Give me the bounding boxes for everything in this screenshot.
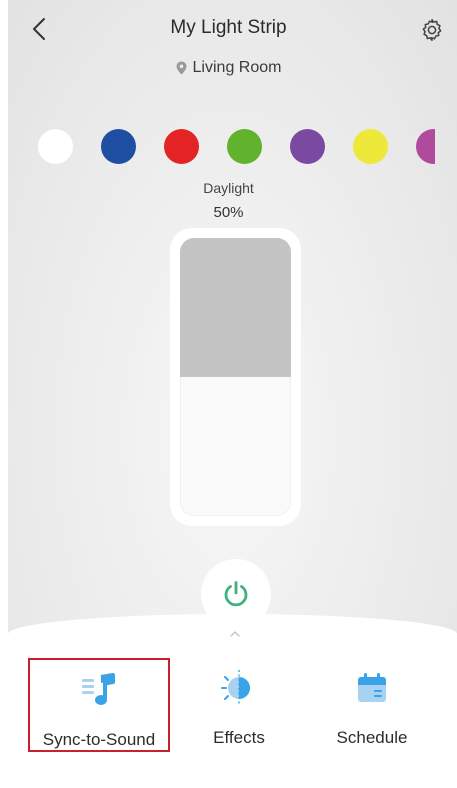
light-strip-screen: My Light Strip Living Room Daylight 50% [0,0,457,788]
light-mode-label: Daylight [203,180,254,196]
sync-to-sound-label: Sync-to-Sound [42,730,156,749]
page-title: My Light Strip [170,17,287,38]
swatch-purple[interactable] [290,129,325,164]
sheet-expand-handle[interactable] [228,626,242,637]
brightness-value: 50% [213,204,244,221]
music-note-icon [82,673,115,705]
chevron-up-icon [230,631,240,637]
swatch-red[interactable] [164,129,199,164]
effects-button[interactable]: Effects [194,658,284,752]
swatch-magenta[interactable] [416,129,435,164]
brightness-track [180,238,291,516]
schedule-button[interactable]: Schedule [322,658,422,752]
location-text: Living Room [192,59,282,76]
brightness-unfilled-area [180,238,291,377]
swatch-yellow[interactable] [353,129,388,164]
brightness-slider[interactable] [170,228,301,526]
location-label: Living Room [0,59,457,77]
effects-label: Effects [213,728,265,747]
settings-button[interactable] [418,16,446,44]
map-pin-icon [176,61,187,75]
effects-icon [221,670,250,706]
calendar-icon [358,673,386,702]
swatch-blue[interactable] [101,129,136,164]
swatch-white[interactable] [38,129,73,164]
power-icon [224,581,248,607]
schedule-label: Schedule [336,728,408,747]
gear-icon [422,18,442,42]
color-swatch-row [38,129,435,165]
swatch-green[interactable] [227,129,262,164]
sync-to-sound-button[interactable]: Sync-to-Sound [28,658,170,752]
screen-edge [0,0,8,788]
